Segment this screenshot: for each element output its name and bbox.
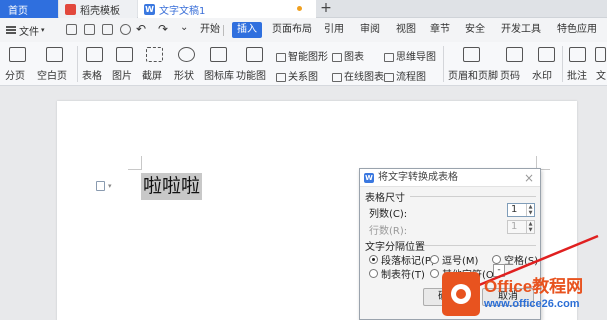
office-logo-icon: [442, 272, 480, 316]
site-watermark: Office教程网 www.office26.com: [442, 266, 607, 320]
watermark-brand: Office教程网: [484, 277, 584, 296]
watermark-url: www.office26.com: [484, 298, 580, 310]
